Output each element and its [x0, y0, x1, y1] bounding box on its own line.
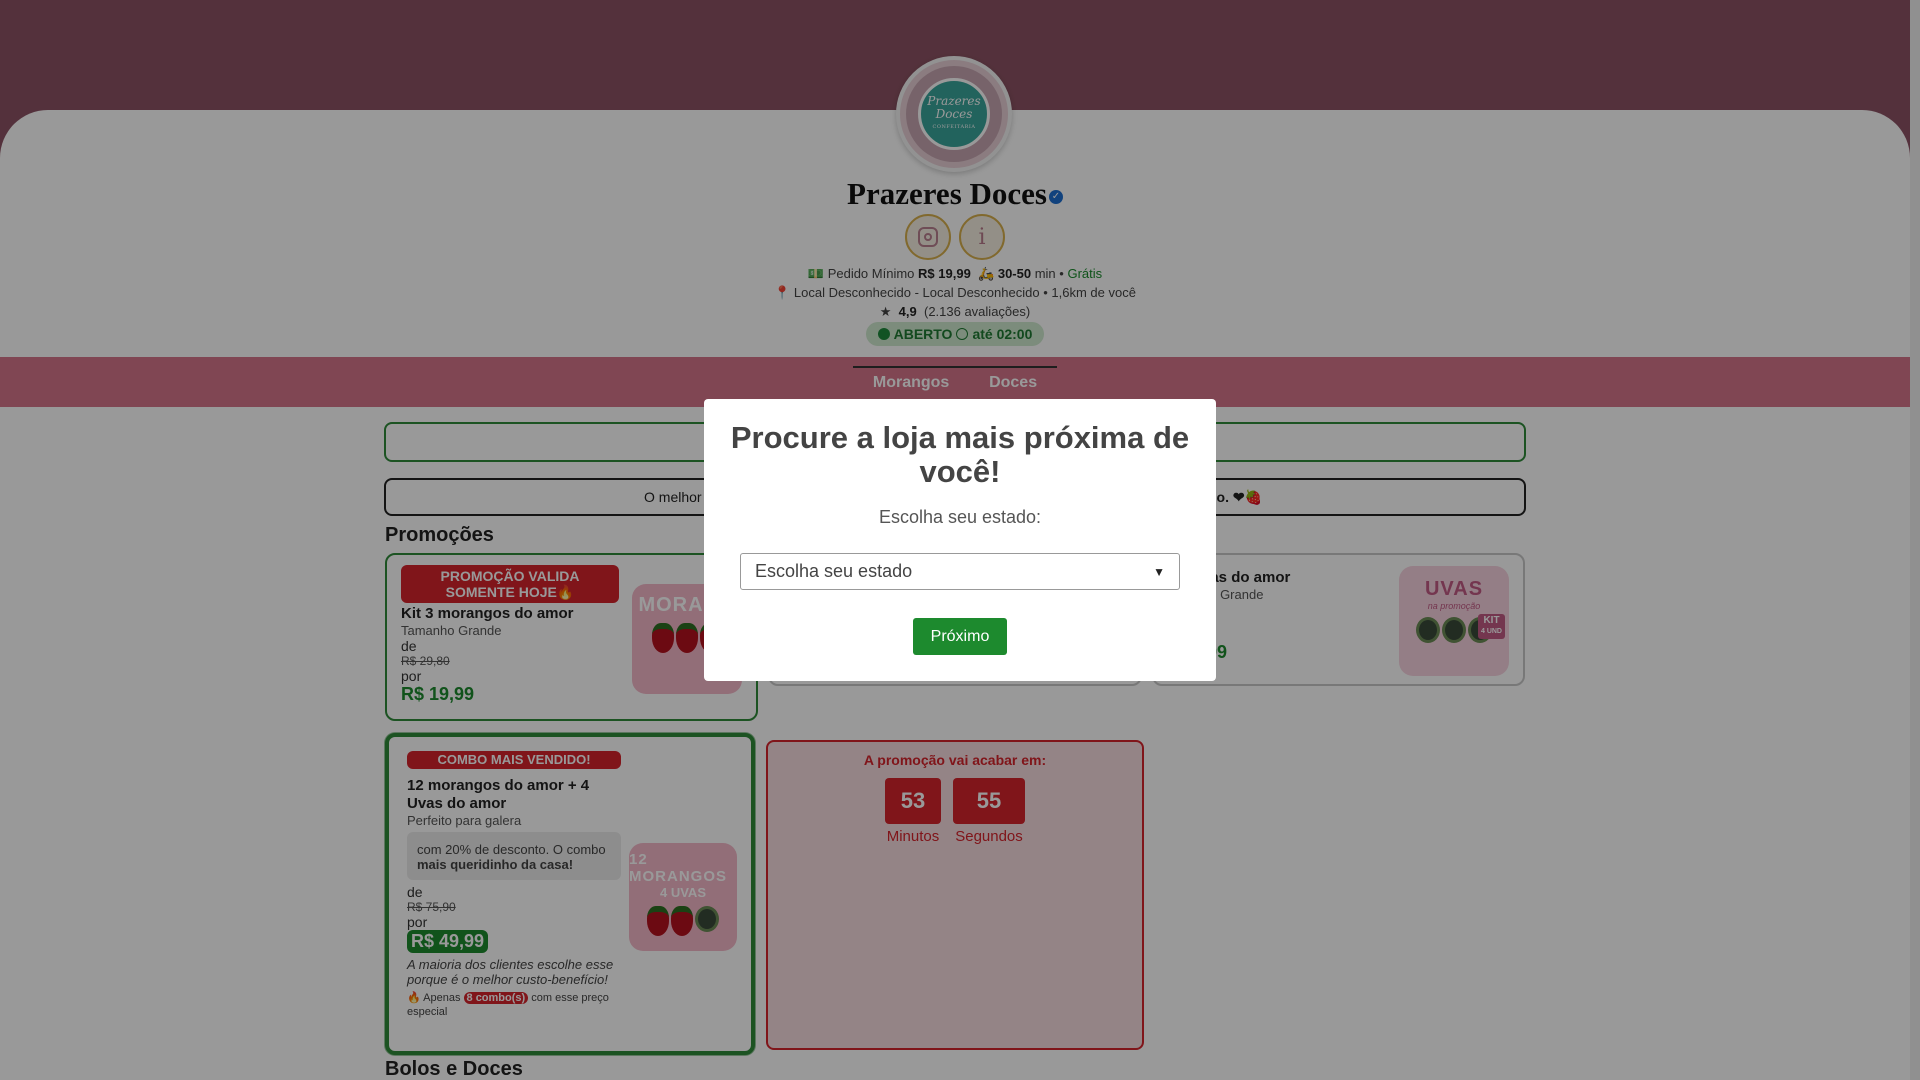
store-locator-modal: Procure a loja mais próxima de você! Esc… [704, 399, 1216, 681]
modal-title: Procure a loja mais próxima de você! [730, 420, 1190, 489]
next-button[interactable]: Próximo [913, 618, 1007, 655]
chevron-down-icon: ▼ [1153, 564, 1165, 579]
modal-subtitle: Escolha seu estado: [878, 507, 1042, 527]
state-select[interactable]: Escolha seu estado ▼ [740, 553, 1180, 590]
